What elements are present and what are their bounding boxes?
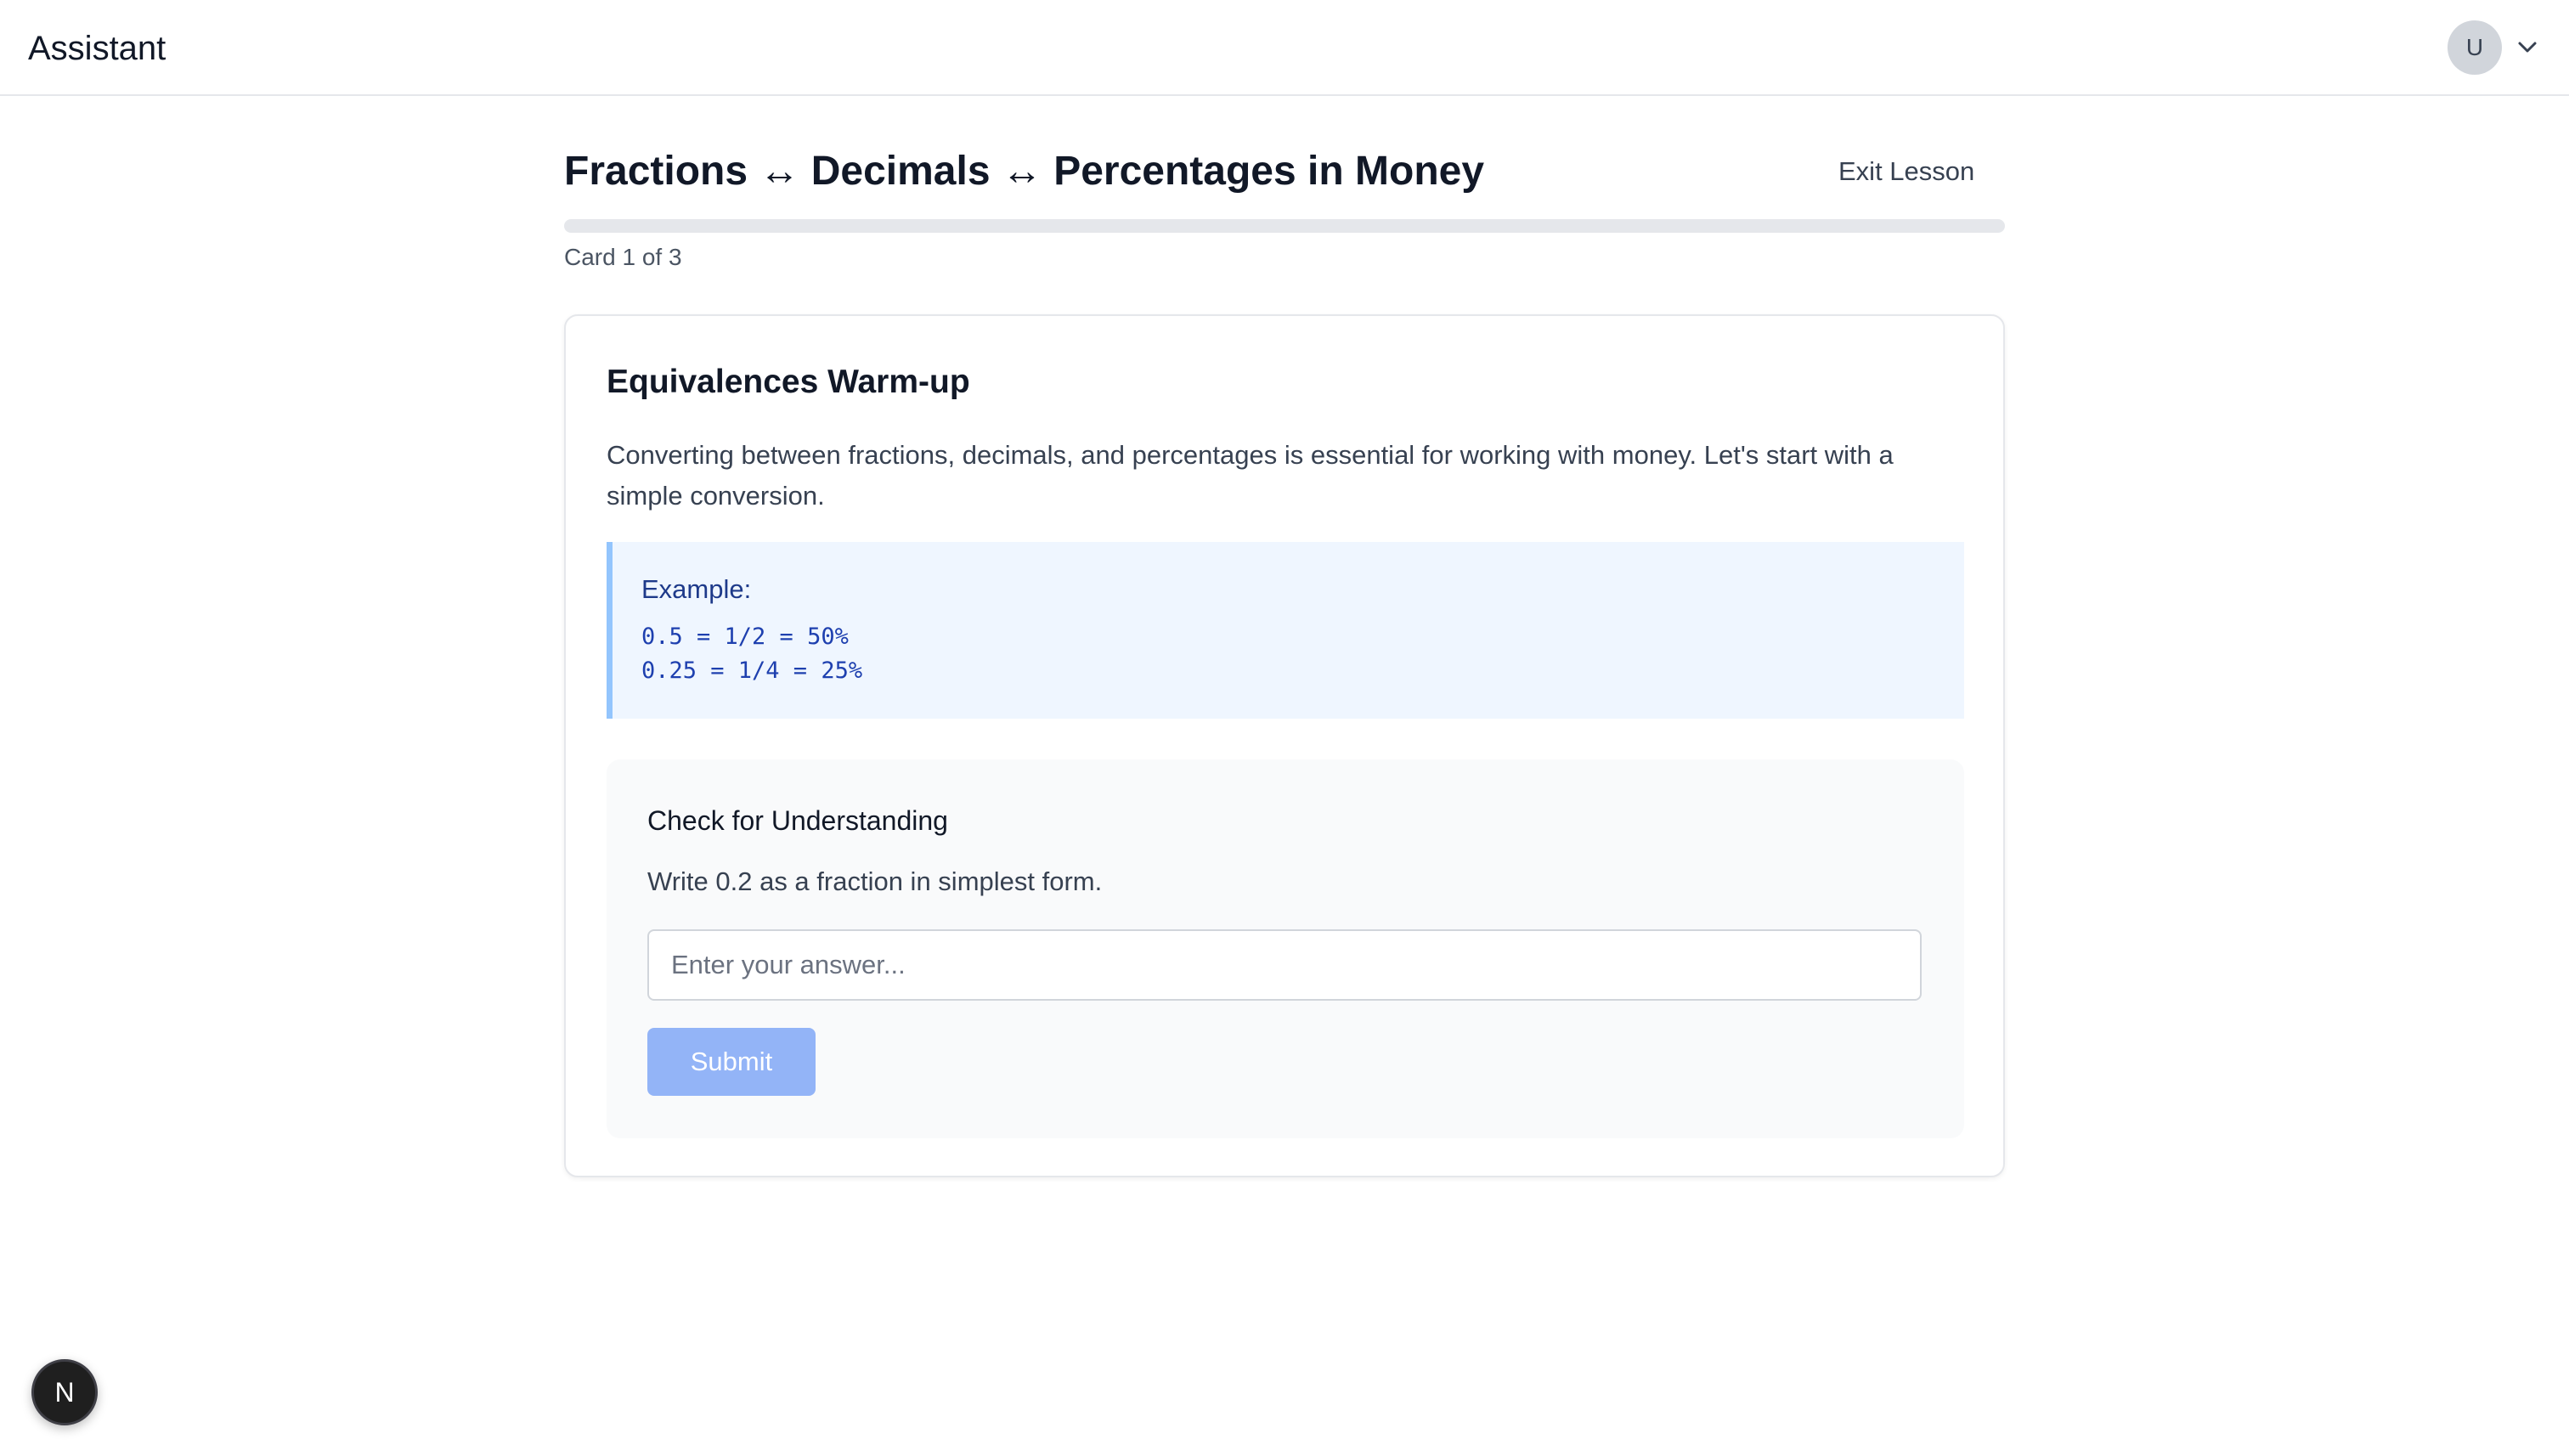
answer-input[interactable]: [647, 929, 1922, 1001]
example-box: Example: 0.5 = 1/2 = 50% 0.25 = 1/4 = 25…: [607, 542, 1964, 719]
example-label: Example:: [641, 574, 752, 604]
lesson-title: Fractions ↔ Decimals ↔ Percentages in Mo…: [564, 149, 1485, 194]
exit-lesson-button[interactable]: Exit Lesson: [1838, 155, 1974, 189]
top-navigation-bar: Assistant U: [0, 0, 2569, 96]
lesson-card: Equivalences Warm-up Converting between …: [564, 314, 2005, 1177]
chevron-down-icon[interactable]: [2515, 37, 2539, 58]
app-title[interactable]: Assistant: [28, 28, 166, 69]
lesson-progress-bar: [564, 219, 2005, 233]
check-question: Write 0.2 as a fraction in simplest form…: [647, 866, 1103, 896]
check-for-understanding-panel: Check for Understanding Write 0.2 as a f…: [607, 759, 1964, 1138]
check-title: Check for Understanding: [647, 805, 948, 836]
example-line: 0.25 = 1/4 = 25%: [641, 657, 863, 684]
submit-button[interactable]: Submit: [647, 1028, 816, 1096]
card-description: Converting between fractions, decimals, …: [607, 440, 1894, 511]
dev-tools-badge[interactable]: N: [31, 1359, 98, 1425]
card-counter: Card 1 of 3: [564, 244, 682, 270]
user-avatar[interactable]: U: [2448, 20, 2502, 75]
card-title: Equivalences Warm-up: [607, 364, 970, 400]
example-line: 0.5 = 1/2 = 50%: [641, 624, 849, 650]
